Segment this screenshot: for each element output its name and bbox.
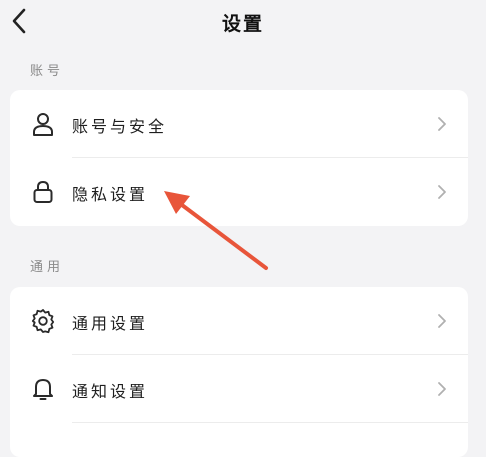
bell-icon — [33, 379, 53, 400]
chevron-right-icon — [438, 185, 446, 199]
gear-icon — [31, 309, 55, 334]
divider — [72, 422, 468, 423]
account-security-item[interactable]: 账号与安全 — [10, 90, 468, 158]
header: 设置 — [0, 0, 486, 44]
general-settings-item[interactable]: 通用设置 — [10, 287, 468, 355]
section-label-general: 通用 — [30, 260, 65, 275]
section-label-account: 账号 — [30, 64, 65, 79]
page-title: 设置 — [221, 13, 264, 35]
user-icon — [33, 113, 53, 136]
account-card: 账号与安全 隐私设置 — [10, 90, 468, 226]
lock-icon — [33, 180, 53, 203]
general-card: 通用设置 通知设置 — [10, 287, 468, 457]
general-settings-label: 通用设置 — [72, 314, 149, 333]
notification-settings-label: 通知设置 — [72, 382, 149, 401]
notification-settings-item[interactable]: 通知设置 — [10, 355, 468, 423]
account-security-label: 账号与安全 — [72, 117, 168, 136]
chevron-right-icon — [438, 314, 446, 328]
chevron-right-icon — [438, 117, 446, 131]
privacy-settings-item[interactable]: 隐私设置 — [10, 158, 468, 226]
privacy-settings-label: 隐私设置 — [72, 185, 149, 204]
chevron-right-icon — [438, 382, 446, 396]
